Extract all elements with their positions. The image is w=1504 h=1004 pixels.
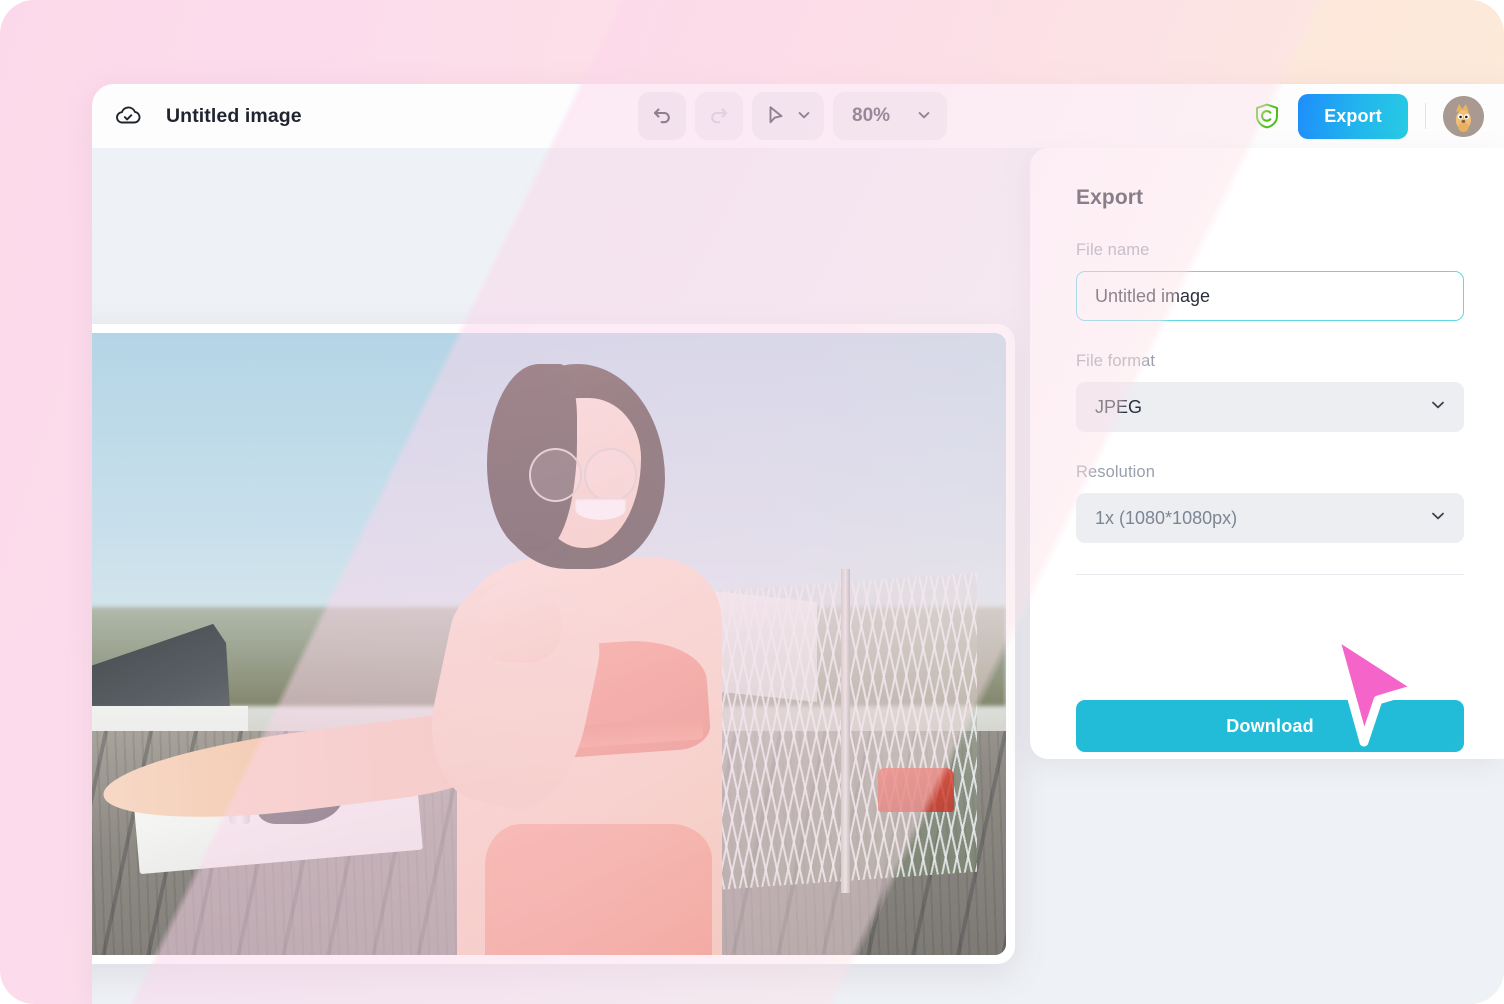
document-title: Untitled image [166,104,302,127]
chevron-down-icon [1429,507,1447,530]
app-window: Untitled image 80% Export Export File na… [92,84,1504,1004]
export-panel-divider [1076,574,1464,575]
cloud-check-icon [113,101,143,131]
photo-person-shorts [485,824,713,955]
zoom-level-selector[interactable]: 80% [833,92,948,140]
export-panel: Export File name File format JPEG Resolu… [1030,148,1504,759]
export-panel-title: Export [1076,186,1144,209]
canvas-area[interactable]: Export File name File format JPEG Resolu… [92,148,1504,1004]
cursor-arrow-icon [765,104,787,129]
photo-preview[interactable] [92,333,1006,955]
toolbar-divider [1425,103,1426,129]
file-name-input[interactable] [1076,271,1464,321]
toolbar-right-group: Export [1250,84,1484,148]
photo-fence-post [841,569,850,893]
image-canvas-card[interactable] [92,324,1015,964]
cursor-tool-selector[interactable] [752,92,824,140]
file-format-label: File format [1076,352,1156,370]
resolution-value: 1x (1080*1080px) [1095,507,1238,528]
redo-arrow-icon [707,103,731,130]
photo-person-glasses-left [528,448,582,502]
chevron-down-icon [796,107,812,126]
photo-red-car [878,768,954,812]
resolution-label: Resolution [1076,463,1155,481]
export-button[interactable]: Export [1298,93,1408,139]
chevron-down-icon [916,107,932,126]
file-name-label: File name [1076,241,1150,259]
undo-arrow-icon [650,103,674,130]
shield-c-icon[interactable] [1250,99,1284,133]
chevron-down-icon [1429,396,1447,419]
file-format-select[interactable]: JPEG [1076,382,1464,432]
undo-button[interactable] [638,92,686,140]
file-format-value: JPEG [1095,396,1143,417]
export-panel-body: Export File name File format JPEG Resolu… [1030,148,1504,543]
download-button[interactable]: Download [1076,700,1464,752]
redo-button[interactable] [695,92,743,140]
resolution-select[interactable]: 1x (1080*1080px) [1076,493,1464,543]
photo-person-hand [475,581,561,663]
top-toolbar: Untitled image 80% Export [92,84,1504,148]
toolbar-center-group: 80% [638,84,948,148]
user-avatar[interactable] [1443,95,1484,137]
toolbar-left-group: Untitled image [113,101,302,131]
page-root: Untitled image 80% Export Export File na… [0,0,1504,1004]
photo-person-glasses-right [583,448,637,502]
zoom-level-value: 80% [852,105,891,126]
